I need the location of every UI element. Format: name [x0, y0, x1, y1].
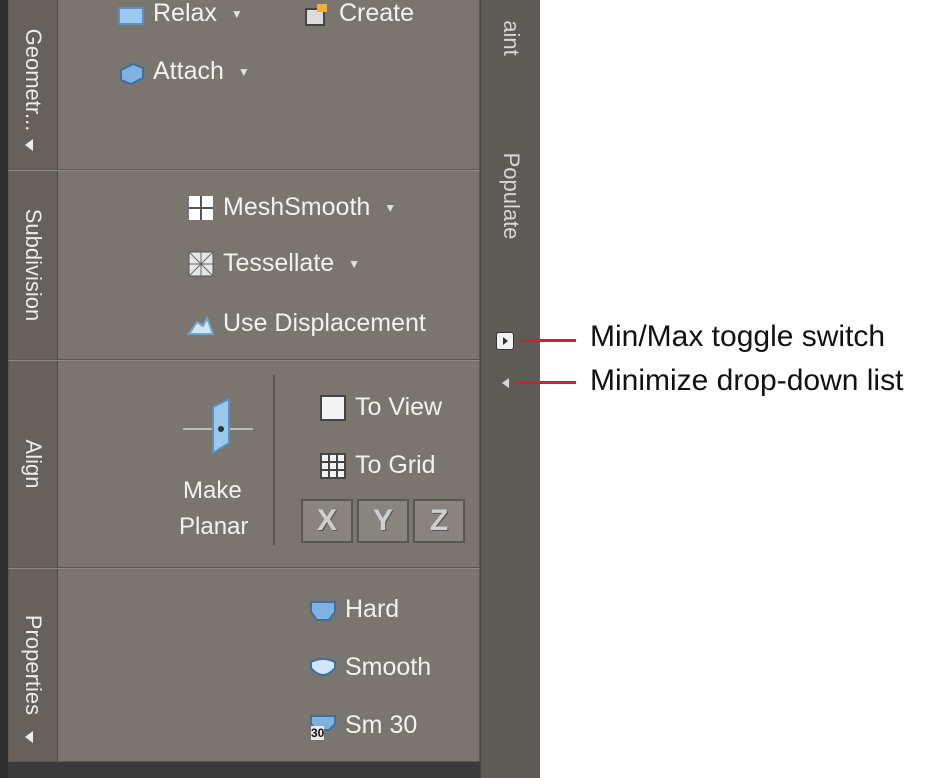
callout-minimize-label: Minimize drop-down list	[590, 364, 904, 397]
attach-icon	[117, 58, 145, 86]
to-grid-label: To Grid	[355, 451, 436, 479]
chevron-down-icon: ▼	[384, 200, 397, 215]
callout-line-minimize	[514, 381, 576, 384]
side-tab-strip: aint Populate	[480, 0, 540, 778]
panel-tab-subdivision[interactable]: Subdivision	[9, 171, 58, 359]
chevron-down-icon: ▼	[237, 64, 250, 79]
tessellate-icon	[187, 250, 215, 278]
planar-label: Planar	[179, 513, 249, 540]
attach-label: Attach	[153, 57, 224, 85]
callout-toggle-label: Min/Max toggle switch	[590, 320, 886, 353]
chevron-down-icon: ▼	[348, 256, 361, 271]
create-button[interactable]: Create	[303, 0, 414, 28]
panel-align: Align Make Planar To View To Grid X Y Z	[8, 360, 480, 568]
smooth-icon	[309, 654, 337, 682]
hard-button[interactable]: Hard	[309, 595, 399, 624]
chevron-down-icon: ▼	[230, 6, 243, 21]
meshsmooth-button[interactable]: MeshSmooth ▼	[187, 193, 396, 222]
collapse-arrow-icon[interactable]	[25, 731, 33, 743]
make-planar-icon	[183, 393, 253, 468]
xyz-button-group: X Y Z	[301, 499, 469, 543]
relax-icon	[117, 0, 145, 28]
sm30-badge: 30	[311, 725, 325, 740]
use-displacement-button[interactable]: Use Displacement	[187, 309, 426, 338]
align-divider	[273, 375, 275, 545]
meshsmooth-icon	[187, 194, 215, 222]
to-grid-icon	[319, 452, 347, 480]
to-view-icon	[319, 394, 347, 422]
hard-label: Hard	[345, 595, 400, 623]
create-icon	[303, 0, 331, 28]
smooth-label: Smooth	[345, 653, 432, 681]
to-grid-button[interactable]: To Grid	[319, 451, 436, 480]
attach-button[interactable]: Attach ▼	[117, 57, 250, 86]
align-y-button[interactable]: Y	[357, 499, 409, 543]
sm30-icon: 30	[309, 712, 337, 740]
to-view-label: To View	[355, 393, 443, 421]
collapse-arrow-icon[interactable]	[25, 139, 33, 151]
tessellate-button[interactable]: Tessellate ▼	[187, 249, 360, 278]
bottom-edge	[8, 762, 480, 778]
callout-line-toggle	[520, 339, 576, 342]
displacement-icon	[187, 310, 215, 338]
tab-populate[interactable]: Populate	[498, 153, 524, 240]
panel-title-align: Align	[21, 439, 46, 489]
minimize-dropdown-arrow-icon[interactable]	[502, 378, 509, 388]
hard-icon	[309, 596, 337, 624]
tessellate-label: Tessellate	[223, 249, 335, 277]
relax-button[interactable]: Relax ▼	[117, 0, 243, 28]
meshsmooth-label: MeshSmooth	[223, 193, 371, 221]
min-max-toggle-button[interactable]	[496, 332, 514, 350]
make-planar-button[interactable]: Make Planar	[169, 373, 269, 553]
tab-paint[interactable]: aint	[498, 20, 524, 55]
panel-title-geometry: Geometr...	[21, 28, 46, 132]
align-z-button[interactable]: Z	[413, 499, 465, 543]
sm30-button[interactable]: 30 Sm 30	[309, 711, 417, 740]
panel-properties: Properties Hard Smooth 30 Sm 30	[8, 568, 480, 762]
panel-tab-align[interactable]: Align	[9, 361, 58, 567]
make-label: Make	[183, 477, 242, 504]
align-x-button[interactable]: X	[301, 499, 353, 543]
panel-tab-geometry[interactable]: Geometr...	[9, 0, 58, 169]
sm30-label: Sm 30	[345, 711, 418, 739]
ribbon-panel: Geometr... Relax ▼ Create Attach ▼ Subdi…	[0, 0, 540, 778]
smooth-button[interactable]: Smooth	[309, 653, 431, 682]
panel-subdivision: Subdivision MeshSmooth ▼ Tessellate ▼ Us…	[8, 170, 480, 360]
panel-tab-properties[interactable]: Properties	[9, 569, 58, 761]
to-view-button[interactable]: To View	[319, 393, 442, 422]
panel-title-properties: Properties	[21, 614, 46, 716]
use-displacement-label: Use Displacement	[223, 309, 426, 337]
panel-title-subdivision: Subdivision	[21, 208, 46, 322]
left-edge	[0, 0, 8, 778]
relax-label: Relax	[153, 0, 217, 27]
create-label: Create	[339, 0, 415, 27]
panel-geometry: Geometr... Relax ▼ Create Attach ▼	[8, 0, 480, 170]
